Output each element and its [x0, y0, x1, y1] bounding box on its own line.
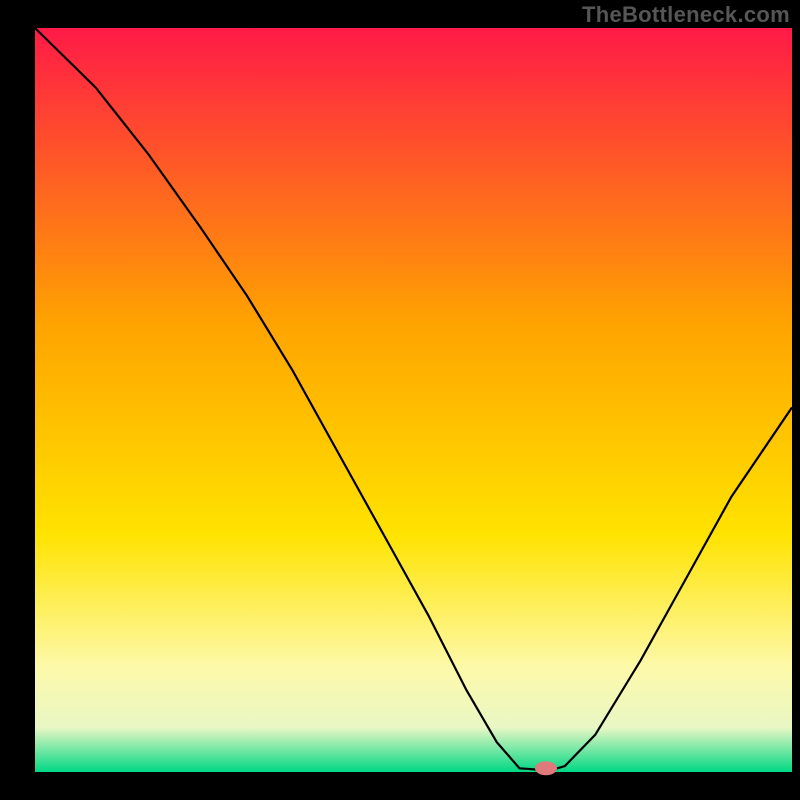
plot-background	[35, 28, 792, 772]
bottleneck-chart	[0, 0, 800, 800]
optimal-marker	[535, 761, 557, 775]
chart-frame: TheBottleneck.com	[0, 0, 800, 800]
watermark-text: TheBottleneck.com	[582, 2, 790, 28]
